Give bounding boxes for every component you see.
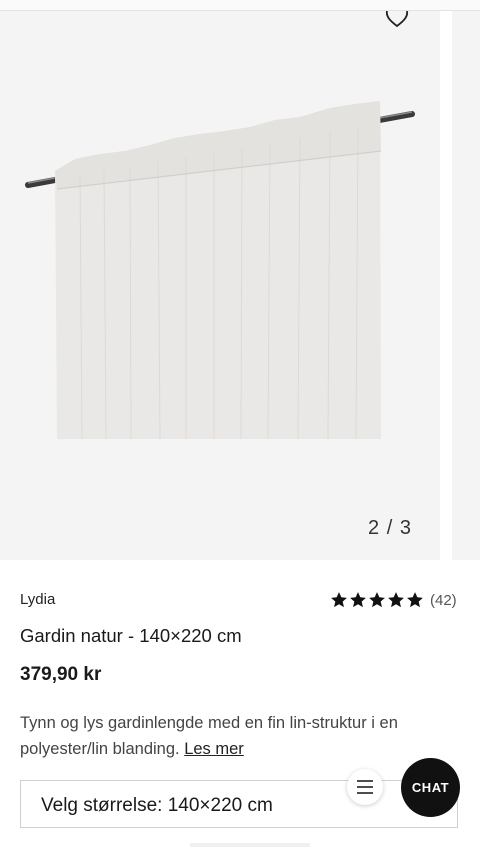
size-select-label: Velg størrelse: 140×220 cm <box>41 795 273 816</box>
image-counter: 2 / 3 <box>368 517 412 539</box>
menu-icon <box>357 780 373 794</box>
heart-icon <box>385 11 409 28</box>
next-slide-peek[interactable] <box>452 11 480 560</box>
menu-button[interactable] <box>347 769 383 805</box>
rating-stars <box>330 591 424 609</box>
product-price: 379,90 kr <box>20 664 102 685</box>
wishlist-button[interactable] <box>380 11 414 33</box>
chat-button-label: CHAT <box>411 780 450 795</box>
star-icon <box>331 592 347 608</box>
review-count[interactable]: (42) <box>430 592 457 609</box>
product-rating[interactable]: (42) <box>330 591 457 609</box>
star-icon <box>369 592 385 608</box>
product-description: Tynn og lys gardinlengde med en fin lin-… <box>20 710 460 762</box>
chat-button[interactable]: CHAT <box>401 758 460 817</box>
product-title: Gardin natur - 140×220 cm <box>20 625 242 646</box>
bottom-edge <box>190 843 310 847</box>
product-image <box>25 101 415 440</box>
gallery-slide[interactable]: 2 / 3 <box>0 11 440 560</box>
product-image-gallery[interactable]: 2 / 3 <box>0 11 480 560</box>
product-brand[interactable]: Lydia <box>20 591 55 608</box>
star-icon <box>407 592 423 608</box>
read-more-link[interactable]: Les mer <box>184 740 244 758</box>
size-select[interactable]: Velg størrelse: 140×220 cm <box>20 780 458 828</box>
top-bar <box>0 0 480 11</box>
star-icon <box>350 592 366 608</box>
star-icon <box>388 592 404 608</box>
